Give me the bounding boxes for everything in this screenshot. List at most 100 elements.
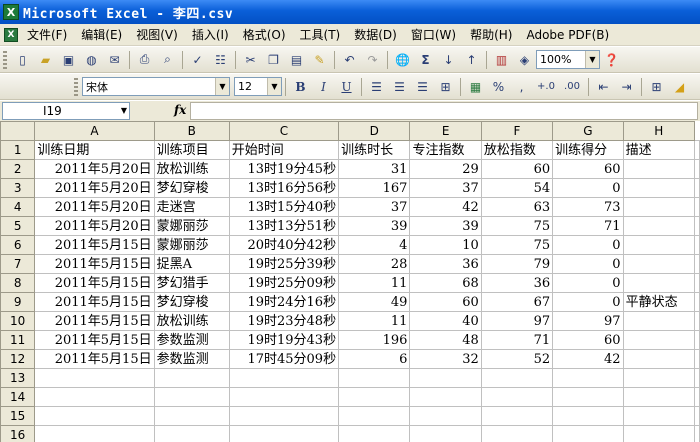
toolbar-handle[interactable]: [74, 77, 78, 96]
cell[interactable]: 52: [480, 349, 554, 369]
cell[interactable]: 79: [480, 254, 554, 274]
zoom-select[interactable]: 100% ▼: [536, 50, 600, 69]
copy-icon[interactable]: ❐: [263, 49, 284, 70]
cell[interactable]: [34, 425, 155, 442]
column-header[interactable]: E: [409, 121, 482, 141]
save-icon[interactable]: ▣: [58, 49, 79, 70]
cell[interactable]: 2011年5月15日: [34, 273, 155, 293]
row-header[interactable]: 12: [0, 349, 36, 369]
cell[interactable]: 68: [409, 273, 482, 293]
cell[interactable]: [694, 197, 700, 217]
cell[interactable]: [552, 368, 624, 388]
cell[interactable]: [694, 387, 700, 407]
row-header[interactable]: 2: [0, 159, 36, 179]
cell[interactable]: [694, 368, 700, 388]
cell[interactable]: 75: [480, 235, 554, 255]
cell[interactable]: 2011年5月15日: [34, 254, 155, 274]
cell[interactable]: 放松指数: [480, 140, 554, 160]
cell[interactable]: [694, 292, 700, 312]
cell[interactable]: 196: [338, 330, 411, 350]
align-right-icon[interactable]: ☰: [412, 76, 433, 97]
cell[interactable]: 37: [338, 197, 411, 217]
row-header[interactable]: 4: [0, 197, 36, 217]
menu-data[interactable]: 数据(D): [347, 26, 404, 43]
cell[interactable]: 2011年5月20日: [34, 159, 155, 179]
cell[interactable]: [153, 368, 230, 388]
print-icon[interactable]: ⎙: [134, 49, 155, 70]
row-header[interactable]: 15: [0, 406, 36, 426]
cell[interactable]: 60: [552, 159, 624, 179]
increase-decimal-button[interactable]: +.0: [534, 76, 558, 97]
column-header[interactable]: H: [622, 121, 696, 141]
sort-descending-icon[interactable]: ↑: [461, 49, 482, 70]
cell[interactable]: 63: [480, 197, 554, 217]
cell[interactable]: [34, 368, 155, 388]
cell[interactable]: [622, 159, 696, 179]
cell[interactable]: [228, 425, 340, 442]
cut-icon[interactable]: ✂: [240, 49, 261, 70]
cell[interactable]: 2011年5月15日: [34, 330, 155, 350]
cell[interactable]: 放松训练: [153, 311, 230, 331]
formula-input[interactable]: [190, 102, 698, 120]
cell[interactable]: [622, 311, 696, 331]
cell[interactable]: 67: [480, 292, 554, 312]
column-header[interactable]: C: [228, 121, 340, 141]
cell[interactable]: 19时23分48秒: [228, 311, 340, 331]
redo-icon[interactable]: ↷: [362, 49, 383, 70]
cell[interactable]: 0: [552, 273, 624, 293]
cell[interactable]: [622, 349, 696, 369]
cell[interactable]: 2011年5月20日: [34, 197, 155, 217]
menu-edit[interactable]: 编辑(E): [74, 26, 129, 43]
cell[interactable]: 参数监测: [153, 349, 230, 369]
cell[interactable]: 2011年5月15日: [34, 235, 155, 255]
cell[interactable]: [480, 387, 554, 407]
cell[interactable]: 0: [552, 292, 624, 312]
cell[interactable]: 描述: [622, 140, 696, 160]
percent-button[interactable]: %: [488, 76, 509, 97]
cell[interactable]: 13时15分40秒: [228, 197, 340, 217]
cell[interactable]: 专注指数: [409, 140, 482, 160]
cell[interactable]: [552, 387, 624, 407]
row-header[interactable]: 8: [0, 273, 36, 293]
font-name-select[interactable]: 宋体 ▼: [82, 77, 230, 96]
cell[interactable]: [622, 178, 696, 198]
cell[interactable]: 13时16分56秒: [228, 178, 340, 198]
row-header[interactable]: 5: [0, 216, 36, 236]
cell[interactable]: 训练得分: [552, 140, 624, 160]
cell[interactable]: 6: [338, 349, 411, 369]
cell[interactable]: [34, 387, 155, 407]
cell[interactable]: [34, 406, 155, 426]
chevron-down-icon[interactable]: ▼: [121, 106, 127, 115]
cell[interactable]: 40: [409, 311, 482, 331]
cell[interactable]: 60: [552, 330, 624, 350]
cell[interactable]: 训练时长: [338, 140, 411, 160]
cell[interactable]: [622, 387, 696, 407]
permission-icon[interactable]: ◍: [81, 49, 102, 70]
cell[interactable]: 11: [338, 311, 411, 331]
row-header[interactable]: 3: [0, 178, 36, 198]
cell[interactable]: [622, 254, 696, 274]
column-header[interactable]: A: [34, 121, 155, 141]
print-preview-icon[interactable]: ⌕: [157, 49, 178, 70]
cell[interactable]: 48: [409, 330, 482, 350]
cell[interactable]: [480, 368, 554, 388]
cell[interactable]: [622, 425, 696, 442]
cell[interactable]: 走迷宫: [153, 197, 230, 217]
cell[interactable]: [694, 273, 700, 293]
cell[interactable]: 0: [552, 254, 624, 274]
cell[interactable]: [409, 406, 482, 426]
open-folder-icon[interactable]: ▰: [35, 49, 56, 70]
row-header[interactable]: 6: [0, 235, 36, 255]
column-header[interactable]: B: [153, 121, 230, 141]
chart-wizard-icon[interactable]: ▥: [491, 49, 512, 70]
document-icon[interactable]: X: [2, 26, 18, 44]
cell[interactable]: [622, 197, 696, 217]
cell[interactable]: 2011年5月15日: [34, 349, 155, 369]
drawing-icon[interactable]: ◈: [514, 49, 535, 70]
cell[interactable]: 平静状态: [622, 292, 696, 312]
cell[interactable]: 19时25分39秒: [228, 254, 340, 274]
cell[interactable]: [694, 406, 700, 426]
cell[interactable]: 32: [409, 349, 482, 369]
menu-adobe-pdf[interactable]: Adobe PDF(B): [519, 28, 616, 42]
cell[interactable]: [338, 387, 411, 407]
